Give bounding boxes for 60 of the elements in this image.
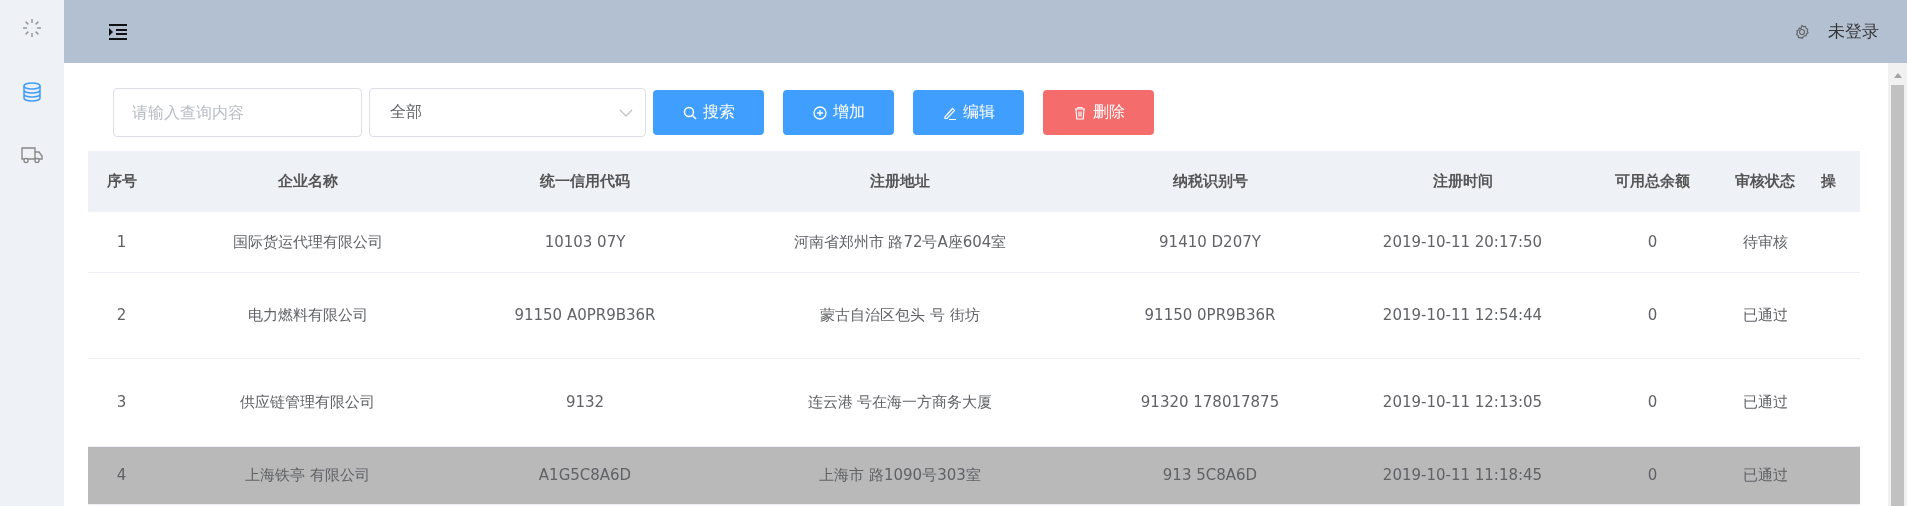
- table-cell: 9132: [565, 393, 605, 411]
- table-cell: 3: [116, 393, 127, 411]
- spinner-icon[interactable]: [22, 18, 42, 38]
- search-button[interactable]: 搜索: [653, 90, 764, 135]
- table-cell: 91150 A0PR9B36R: [514, 306, 656, 324]
- table-cell: 2019-10-11 12:54:44: [1382, 306, 1543, 324]
- column-header: 企业名称: [155, 151, 460, 212]
- table-cell: 已通过: [1742, 306, 1788, 324]
- trash-icon: [1072, 105, 1087, 120]
- table-cell: 上海铁亭 有限公司: [245, 466, 370, 484]
- column-header: 注册地址: [710, 151, 1090, 212]
- login-status[interactable]: 未登录: [1828, 20, 1879, 43]
- add-button[interactable]: 增加: [783, 90, 894, 135]
- search-icon: [682, 105, 697, 120]
- table-cell: 91150 0PR9B36R: [1144, 306, 1276, 324]
- status-dropdown[interactable]: 全部: [369, 88, 646, 137]
- column-header: 操: [1820, 151, 1860, 212]
- table-cell: 电力燃料有限公司: [247, 306, 368, 324]
- table-cell: 已通过: [1742, 393, 1788, 411]
- table-cell: 913 5C8A6D: [1162, 466, 1258, 484]
- table-cell: 蒙古自治区包头 号 街坊: [820, 306, 980, 324]
- column-header: 统一信用代码: [460, 151, 710, 212]
- search-field[interactable]: 请输入查询内容: [113, 88, 362, 137]
- table-cell: 已通过: [1742, 466, 1788, 484]
- table-cell: 91320 178017875: [1140, 393, 1280, 411]
- table-cell: 0: [1647, 306, 1658, 324]
- truck-icon[interactable]: [21, 146, 43, 164]
- table-cell: 供应链管理有限公司: [240, 393, 375, 411]
- database-icon[interactable]: [22, 82, 42, 102]
- table-cell: 1: [116, 232, 127, 251]
- table-cell: 91410 D207Y: [1159, 232, 1261, 251]
- table-cell: 河南省郑州市 路72号A座604室: [793, 232, 1007, 251]
- menu-icon[interactable]: [108, 22, 128, 41]
- column-header: 纳税识别号: [1090, 151, 1330, 212]
- settings-icon[interactable]: [1794, 23, 1810, 40]
- plus-circle-icon: [812, 105, 827, 120]
- scroll-up-icon[interactable]: [1892, 71, 1903, 79]
- column-header: 可用总余额: [1595, 151, 1710, 212]
- column-header: 序号: [88, 151, 155, 212]
- pencil-icon: [942, 105, 957, 120]
- table-cell: 4: [116, 466, 127, 484]
- table-cell: 0: [1647, 232, 1658, 251]
- table-cell: 待审核: [1742, 232, 1788, 251]
- table-cell: 连云港 号在海一方商务大厦: [807, 393, 993, 411]
- table-cell: 2: [116, 306, 127, 324]
- delete-button[interactable]: 删除: [1043, 90, 1154, 135]
- chevron-down-icon: [619, 108, 633, 117]
- table-cell: 10103 07Y: [544, 232, 626, 251]
- table-cell: 国际货运代理有限公司: [232, 232, 383, 251]
- edit-button[interactable]: 编辑: [913, 90, 1024, 135]
- column-header: 审核状态: [1710, 151, 1820, 212]
- table-cell: 0: [1647, 466, 1658, 484]
- table-cell: 2019-10-11 20:17:50: [1382, 232, 1543, 251]
- table-cell: 0: [1647, 393, 1658, 411]
- table-cell: 2019-10-11 12:13:05: [1382, 393, 1543, 411]
- column-header: 注册时间: [1330, 151, 1595, 212]
- scrollbar-thumb[interactable]: [1891, 85, 1904, 506]
- table-cell: 2019-10-11 11:18:45: [1382, 466, 1543, 484]
- table-cell: 上海市 路1090号303室: [819, 466, 981, 484]
- table-cell: A1G5C8A6D: [538, 466, 632, 484]
